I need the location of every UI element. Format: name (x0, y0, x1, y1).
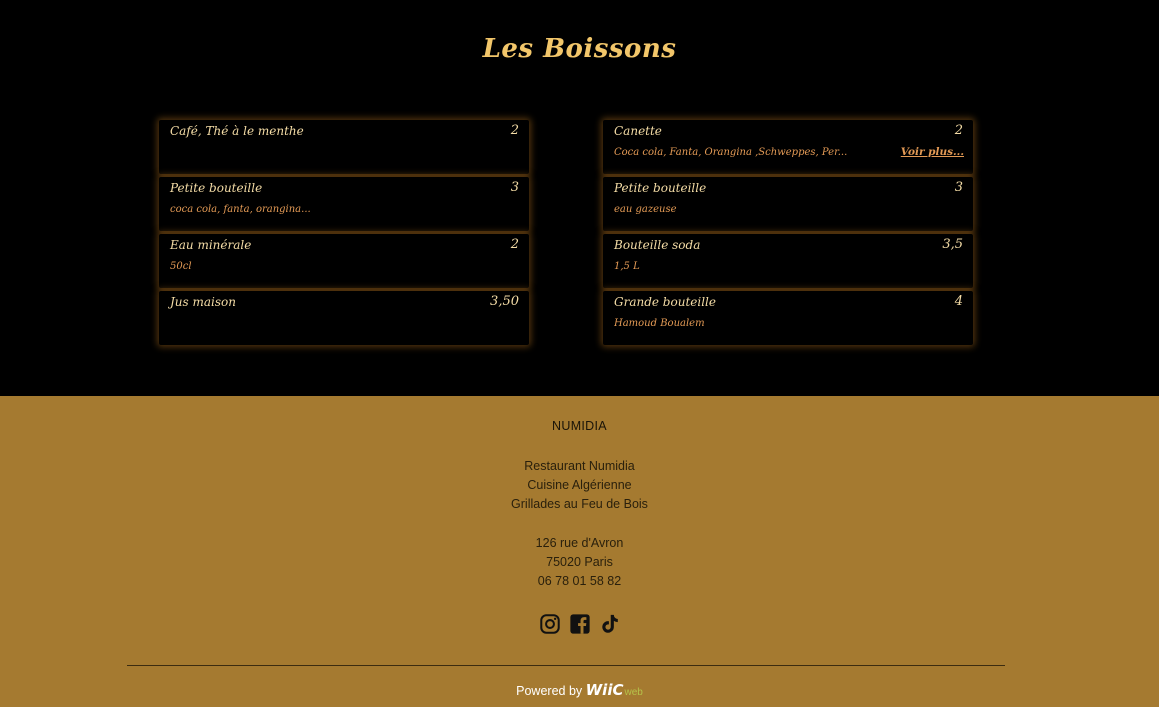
item-name: Eau minérale (170, 238, 252, 252)
item-description: 1,5 L (614, 261, 640, 272)
item-price: 2 (510, 123, 519, 138)
menu-item-card: Eau minérale 2 50cl (159, 234, 529, 288)
item-description: 50cl (170, 261, 192, 272)
item-description: Coca cola, Fanta, Orangina ,Schweppes, P… (614, 147, 848, 158)
menu-item-card: Café, Thé à le menthe 2 (159, 120, 529, 174)
logo-text: WiiC (585, 681, 624, 699)
item-name: Petite bouteille (170, 181, 263, 195)
menu-column-left: Café, Thé à le menthe 2 Petite bouteille… (159, 120, 529, 348)
menu-item-card: Canette 2 Coca cola, Fanta, Orangina ,Sc… (603, 120, 973, 174)
item-name: Jus maison (170, 295, 236, 309)
phone-number: 06 78 01 58 82 (537, 574, 622, 588)
item-price: 3 (510, 180, 519, 195)
wiic-logo[interactable]: WiiCweb (585, 681, 643, 699)
item-name: Petite bouteille (614, 181, 707, 195)
menu-item-card: Petite bouteille 3 coca cola, fanta, ora… (159, 177, 529, 231)
footer-line: Restaurant Numidia (524, 459, 635, 473)
item-description: Hamoud Boualem (614, 318, 705, 329)
item-description: coca cola, fanta, orangina... (170, 204, 311, 215)
address-city: 75020 Paris (546, 555, 613, 569)
powered-by-label: Powered by (516, 684, 583, 698)
social-links (0, 613, 1159, 635)
address-street: 126 rue d'Avron (535, 536, 624, 550)
item-name: Grande bouteille (614, 295, 716, 309)
footer-description: Restaurant Numidia Cuisine Algérienne Gr… (0, 457, 1159, 514)
tiktok-icon[interactable] (599, 613, 621, 635)
footer-brand: NUMIDIA (552, 419, 607, 433)
item-price: 3 (954, 180, 963, 195)
footer-divider (127, 665, 1005, 666)
item-price: 3,5 (942, 237, 963, 252)
footer-line: Grillades au Feu de Bois (511, 497, 648, 511)
item-price: 2 (510, 237, 519, 252)
footer-line: Cuisine Algérienne (527, 478, 632, 492)
item-price: 3,50 (490, 294, 519, 309)
powered-by: Powered by WiiCweb (0, 681, 1159, 699)
menu-item-card: Petite bouteille 3 eau gazeuse (603, 177, 973, 231)
footer-address: 126 rue d'Avron 75020 Paris 06 78 01 58 … (0, 534, 1159, 591)
item-name: Canette (614, 124, 662, 138)
menu-item-card: Grande bouteille 4 Hamoud Boualem (603, 291, 973, 345)
section-title: Les Boissons (482, 34, 677, 64)
menu-section: Les Boissons Café, Thé à le menthe 2 Pet… (0, 0, 1159, 396)
item-price: 2 (954, 123, 963, 138)
instagram-icon[interactable] (539, 613, 561, 635)
see-more-link[interactable]: Voir plus... (901, 146, 964, 158)
site-footer: NUMIDIA Restaurant Numidia Cuisine Algér… (0, 396, 1159, 707)
menu-item-card: Bouteille soda 3,5 1,5 L (603, 234, 973, 288)
menu-column-right: Canette 2 Coca cola, Fanta, Orangina ,Sc… (603, 120, 973, 348)
logo-suffix: web (624, 687, 643, 698)
facebook-icon[interactable] (569, 613, 591, 635)
item-name: Bouteille soda (614, 238, 701, 252)
item-description: eau gazeuse (614, 204, 677, 215)
item-price: 4 (954, 294, 963, 309)
item-name: Café, Thé à le menthe (170, 124, 304, 138)
menu-item-card: Jus maison 3,50 (159, 291, 529, 345)
